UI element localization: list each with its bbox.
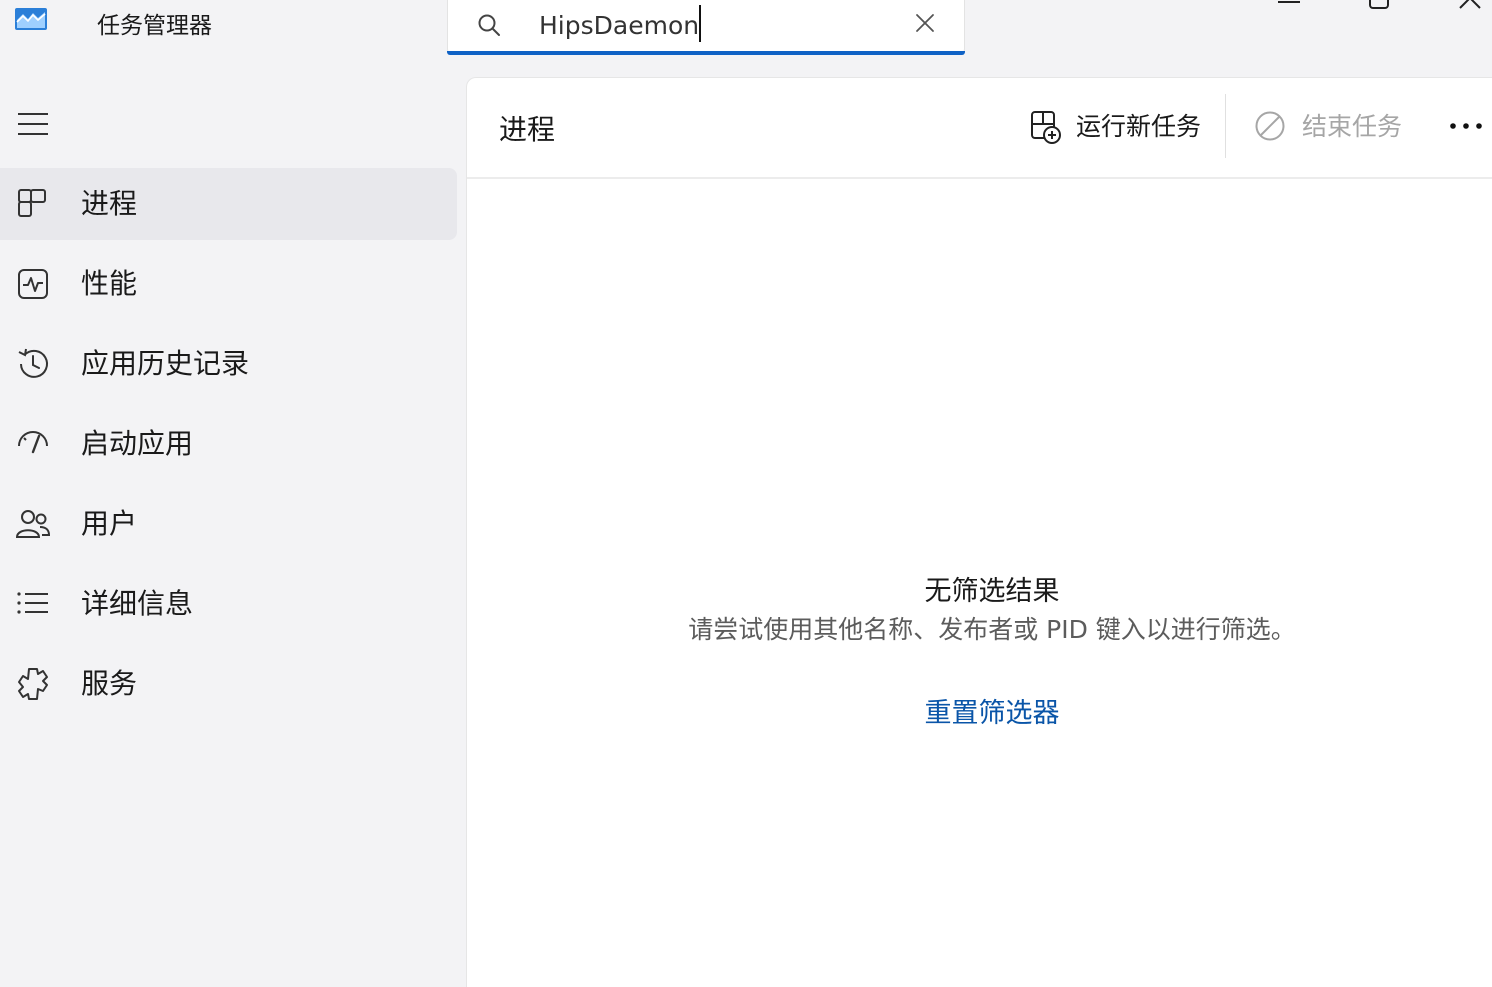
reset-filter-link[interactable]: 重置筛选器 [792,696,1192,732]
sidebar-item-label: 用户 [81,507,138,540]
sidebar-item-startup-apps[interactable]: 启动应用 [0,408,457,480]
page-title: 进程 [499,113,556,146]
sidebar-item-label: 性能 [81,267,138,300]
window-title: 任务管理器 [97,13,212,39]
sidebar-item-label: 应用历史记录 [81,347,250,380]
empty-state-description: 请尝试使用其他名称、发布者或 PID 键入以进行筛选。 [688,615,1296,644]
search-input[interactable] [539,6,879,44]
sidebar-item-details[interactable]: 详细信息 [0,568,457,640]
performance-icon [15,266,51,302]
app-logo-icon [15,8,47,30]
maximize-icon[interactable] [1364,0,1394,12]
hamburger-icon[interactable] [16,111,50,137]
services-icon [15,666,51,702]
search-focus-underline [447,51,965,55]
run-new-task-button[interactable]: 运行新任务 [1026,104,1206,150]
history-icon [15,346,51,382]
sidebar-item-app-history[interactable]: 应用历史记录 [0,328,457,400]
run-new-task-icon [1030,110,1062,144]
clear-search-icon[interactable] [914,12,936,34]
close-window-icon[interactable] [1456,0,1488,12]
prohibited-icon [1254,110,1286,142]
sidebar-item-performance[interactable]: 性能 [0,248,457,320]
search-icon [476,12,502,38]
sidebar-item-processes[interactable]: 进程 [0,168,457,240]
text-caret [699,5,701,42]
details-icon [15,586,51,622]
run-new-task-label: 运行新任务 [1076,112,1202,141]
more-options-icon[interactable] [1448,116,1484,136]
header-divider [467,177,1492,179]
sidebar-item-label: 启动应用 [81,427,194,460]
sidebar-item-users[interactable]: 用户 [0,488,457,560]
sidebar-item-label: 服务 [81,667,138,700]
sidebar-item-label: 进程 [81,187,138,220]
end-task-label: 结束任务 [1302,112,1403,141]
users-icon [15,506,51,542]
processes-icon [15,186,51,222]
sidebar-item-services[interactable]: 服务 [0,648,457,720]
toolbar-separator [1225,94,1226,158]
main-panel [466,77,1492,987]
end-task-button[interactable]: 结束任务 [1250,104,1410,150]
sidebar-item-label: 详细信息 [81,587,194,620]
empty-state-title: 无筛选结果 [924,576,1060,607]
startup-icon [15,426,51,462]
minimize-icon[interactable] [1274,0,1304,6]
